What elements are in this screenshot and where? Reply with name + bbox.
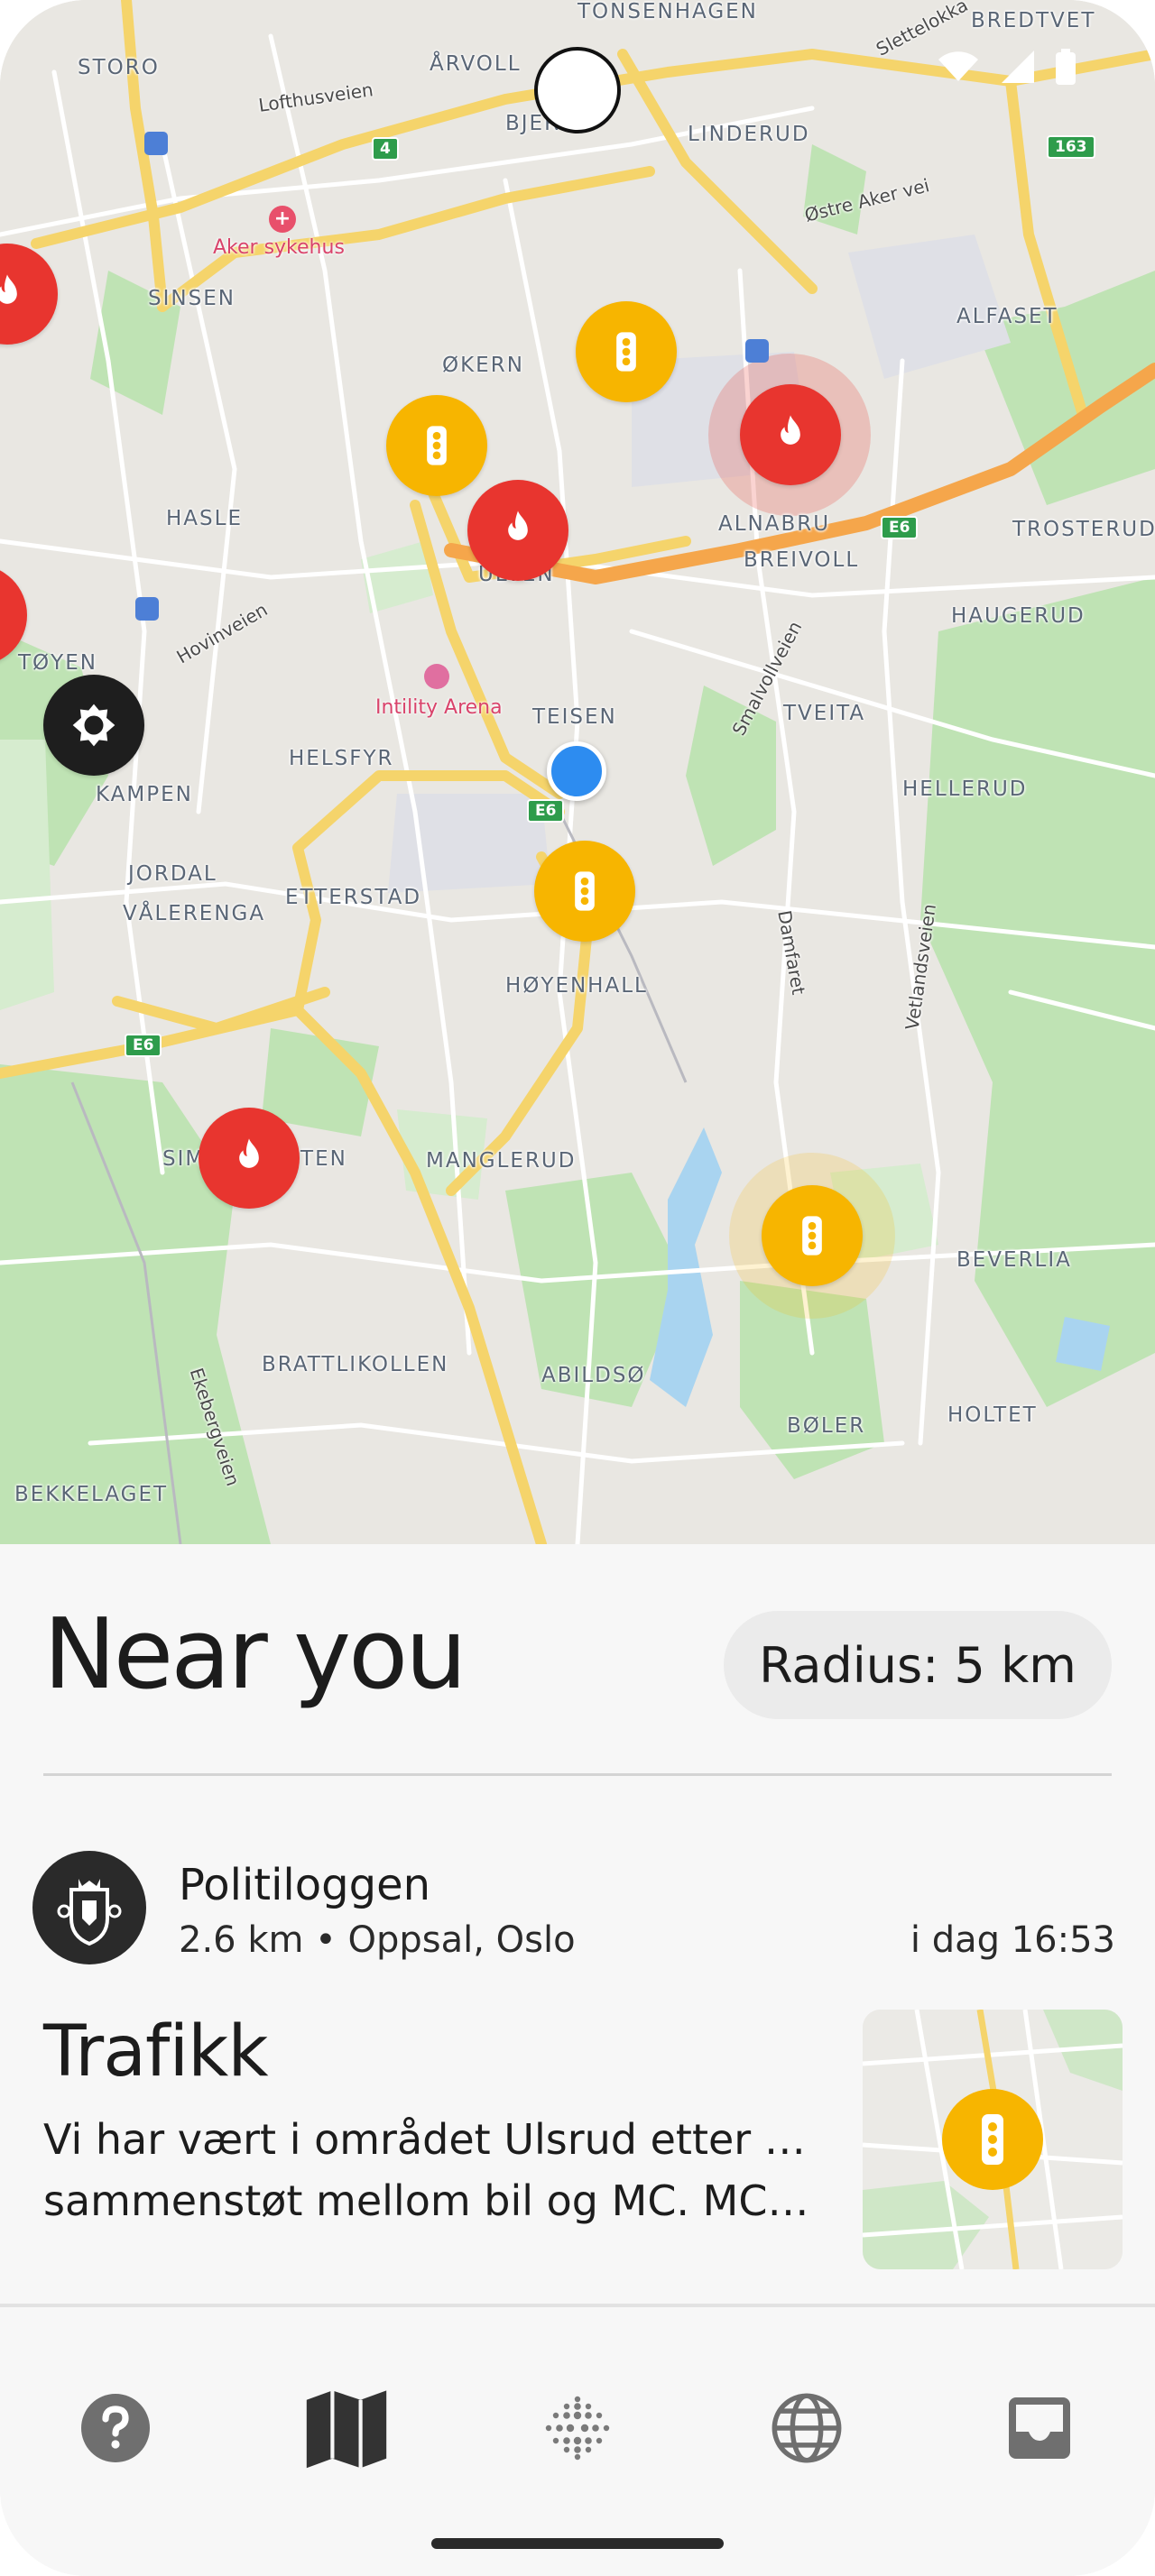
place-label: HAUGERUD [951, 604, 1086, 628]
globe-icon [772, 2393, 842, 2463]
traffic-marker[interactable] [762, 1185, 863, 1286]
incident-meta: 2.6 km • Oppsal, Oslo [179, 1919, 576, 1961]
incident-description: Vi har vært i området Ulsrud etter ett s… [43, 2109, 819, 2231]
phone-screen: TONSENHAGEN STORO ÅRVOLL BJERKE LINDERUD… [0, 0, 1155, 2576]
map-icon [306, 2390, 387, 2469]
current-location-dot [547, 741, 606, 801]
place-label: BØLER [787, 1414, 866, 1438]
battery-icon [1056, 49, 1076, 85]
question-icon [81, 2394, 150, 2462]
wifi-icon [938, 51, 978, 81]
bottom-sheet: Near you Radius: 5 km Politiloggen 2.6 k… [0, 1544, 1155, 2338]
source-name: Politiloggen [179, 1860, 431, 1910]
road-shield: 163 [1047, 135, 1095, 159]
place-label: HASLE [166, 507, 243, 530]
radius-button[interactable]: Radius: 5 km [724, 1611, 1112, 1719]
fire-marker[interactable] [740, 384, 841, 485]
incident-map-thumbnail[interactable] [863, 2010, 1123, 2269]
place-label: ØKERN [442, 354, 524, 377]
dots-grid-icon [545, 2396, 610, 2461]
place-label: STORO [78, 56, 160, 79]
incident-time: i dag 16:53 [910, 1919, 1115, 1961]
description-line: sammenstøt mellom bil og MC. MC f… [43, 2176, 819, 2225]
description-line: Vi har vært i området Ulsrud etter ett [43, 2115, 819, 2164]
flame-icon [781, 415, 800, 445]
place-label: JORDAL [128, 862, 217, 886]
poi-label[interactable]: Aker sykehus [213, 236, 345, 259]
nav-inbox[interactable] [985, 2374, 1094, 2482]
place-label: BREIVOLL [744, 548, 860, 572]
traffic-light-icon [616, 332, 636, 372]
place-label: ETTERSTAD [285, 886, 422, 909]
traffic-light-icon [575, 871, 595, 911]
road-shield: E6 [125, 1034, 162, 1057]
traffic-light-icon [427, 426, 447, 465]
inbox-icon [1009, 2397, 1070, 2459]
place-label: TVEITA [783, 702, 866, 725]
divider [43, 1773, 1112, 1776]
thumbnail-map [863, 2010, 1123, 2269]
nav-feed[interactable] [523, 2374, 632, 2482]
divider [0, 2304, 1155, 2307]
place-label: HØYENHALL [505, 974, 648, 998]
home-indicator[interactable] [431, 2538, 724, 2549]
nav-help[interactable] [61, 2374, 170, 2482]
road-shield: E6 [881, 516, 919, 539]
nav-world[interactable] [753, 2374, 861, 2482]
place-label: VÅLERENGA [123, 902, 266, 925]
police-marker[interactable] [43, 675, 144, 776]
place-label: BREDTVET [971, 9, 1096, 32]
avatar [32, 1851, 146, 1964]
metro-icon [135, 597, 159, 621]
section-title: Near you [43, 1598, 467, 1711]
place-label: BEVERLIA [956, 1248, 1072, 1272]
flame-icon [239, 1138, 259, 1168]
stadium-icon [424, 664, 449, 689]
place-label: BRATTLIKOLLEN [262, 1353, 449, 1376]
place-label: ALNABRU [718, 512, 831, 536]
fire-marker[interactable] [199, 1108, 300, 1209]
road-shield: 4 [372, 137, 399, 161]
traffic-marker[interactable] [576, 301, 677, 402]
place-label: TØYEN [18, 651, 97, 675]
place-label: ÅRVOLL [430, 52, 522, 76]
place-label: SINSEN [148, 287, 236, 310]
place-label: KAMPEN [96, 783, 193, 806]
nav-map[interactable] [292, 2374, 401, 2482]
place-label: LINDERUD [688, 123, 810, 146]
hospital-icon: + [269, 206, 296, 233]
police-crest-icon [57, 1879, 122, 1946]
incident-title: Trafikk [43, 2011, 269, 2093]
status-bar [937, 49, 1076, 85]
flame-icon [508, 511, 528, 540]
fire-marker[interactable] [467, 480, 568, 581]
poi-label[interactable]: Intility Arena [375, 696, 503, 719]
place-label: BEKKELAGET [14, 1483, 169, 1506]
place-label: TROSTERUD [1012, 518, 1155, 541]
police-emblem-icon [72, 704, 116, 747]
metro-icon [144, 132, 168, 155]
flame-icon [0, 274, 17, 304]
place-label: HELLERUD [902, 777, 1028, 801]
signal-icon [1002, 51, 1034, 83]
place-label: HELSFYR [289, 747, 394, 770]
place-label: ALFASET [956, 305, 1058, 328]
place-label: ABILDSØ [541, 1364, 646, 1387]
place-label: TEISEN [532, 705, 617, 729]
traffic-marker[interactable] [534, 841, 635, 942]
traffic-light-icon [802, 1216, 822, 1256]
map-view[interactable]: TONSENHAGEN STORO ÅRVOLL BJERKE LINDERUD… [0, 0, 1155, 1544]
place-label: HOLTET [947, 1403, 1038, 1427]
traffic-marker[interactable] [386, 395, 487, 496]
place-label: TONSENHAGEN [578, 0, 758, 23]
metro-icon [745, 339, 769, 363]
bottom-navigation [0, 2338, 1155, 2576]
camera-cutout [534, 47, 621, 133]
place-label: MANGLERUD [426, 1149, 577, 1173]
road-shield: E6 [527, 799, 565, 823]
